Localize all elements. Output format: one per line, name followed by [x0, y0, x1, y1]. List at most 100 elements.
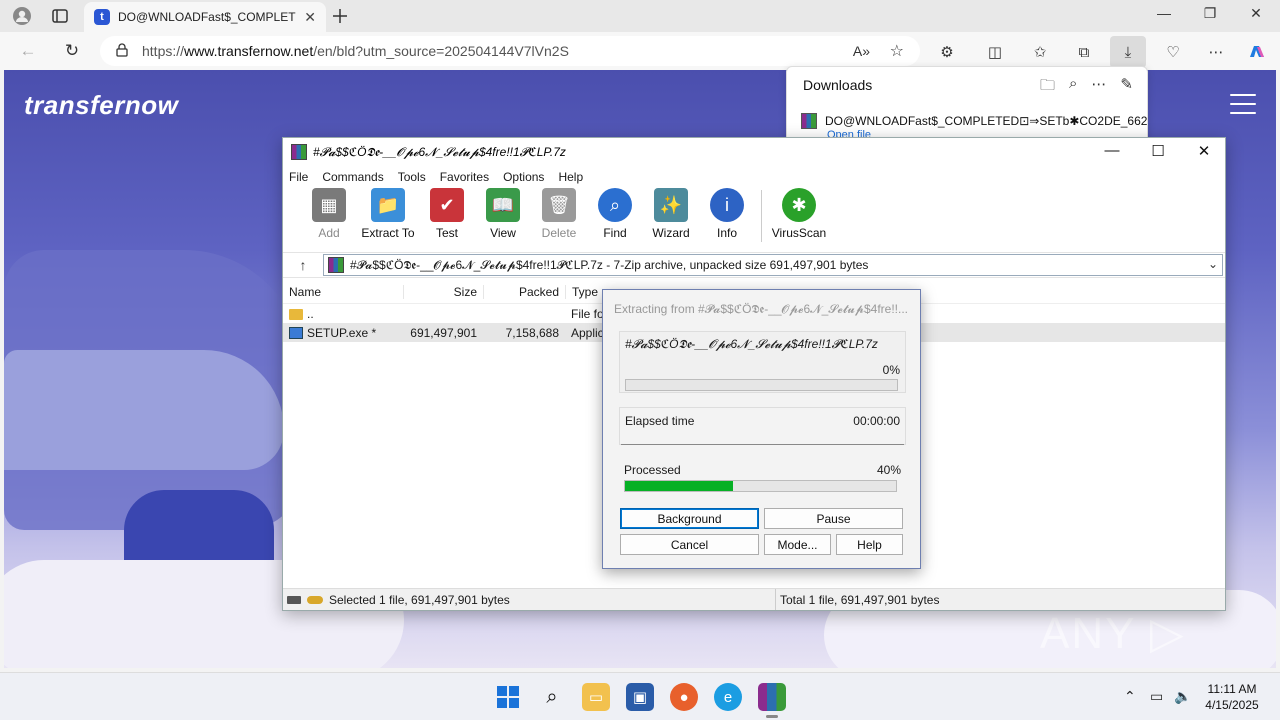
copilot-icon[interactable]: [1246, 41, 1268, 63]
mode-button[interactable]: Mode...: [764, 534, 831, 555]
winrar-close-icon[interactable]: ✕: [1189, 142, 1219, 160]
favorite-star-icon[interactable]: ☆: [890, 41, 904, 61]
winrar-taskbar-icon[interactable]: [758, 683, 786, 711]
file-percent: 0%: [882, 363, 900, 377]
close-window-icon[interactable]: ✕: [1244, 5, 1268, 22]
address-bar[interactable]: https://www.transfernow.net/en/bld?utm_s…: [100, 36, 920, 66]
delete-label: Delete: [541, 226, 577, 240]
help-button[interactable]: Help: [836, 534, 903, 555]
menu-file[interactable]: File: [289, 170, 308, 184]
menu-commands[interactable]: Commands: [322, 170, 383, 184]
winrar-app-icon: [291, 144, 307, 160]
edge-icon[interactable]: e: [714, 683, 742, 711]
elapsed-label: Elapsed time: [625, 414, 695, 428]
column-packed[interactable]: Packed: [483, 284, 565, 299]
url-domain: www.transfernow.net: [184, 43, 314, 59]
winrar-toolbar: ▦ Add 📁 Extract To ✔ Test 📖 View 🗑 Delet…: [283, 188, 1225, 250]
background-button[interactable]: Background: [620, 508, 759, 529]
extract-label: Extract To: [361, 226, 415, 240]
virusscan-bug-icon: ✱: [782, 188, 816, 222]
collections-icon[interactable]: ⧉: [1073, 41, 1095, 63]
delete-button[interactable]: 🗑 Delete: [531, 188, 587, 240]
more-icon[interactable]: ⋯: [1091, 75, 1106, 100]
browser-essentials-icon[interactable]: ♡: [1162, 41, 1184, 63]
background-shape: [4, 350, 284, 470]
processed-percent: 40%: [876, 463, 901, 477]
open-folder-icon[interactable]: 🗀: [1040, 75, 1055, 100]
firefox-icon[interactable]: ●: [670, 683, 698, 711]
winrar-maximize-icon[interactable]: ☐: [1143, 142, 1173, 160]
profile-icon[interactable]: [12, 6, 32, 26]
menu-icon[interactable]: [1230, 94, 1256, 114]
more-options-icon[interactable]: ⋯: [1205, 41, 1227, 63]
download-item[interactable]: DO@WNLOADFast$_COMPLETED⊡⇒SETb✱CO2DE_662…: [801, 113, 1148, 129]
row-size: 691,497,901: [410, 325, 477, 340]
download-item-name: DO@WNLOADFast$_COMPLETED⊡⇒SETb✱CO2DE_662…: [825, 114, 1148, 128]
file-explorer-icon[interactable]: ▭: [582, 683, 610, 711]
restore-window-icon[interactable]: ❐: [1198, 5, 1222, 22]
archive-path-field[interactable]: #𝓟𝓪$$ℭÖ𝕯𝖊-__𝓞𝓹𝓮6𝓝_𝓢𝓮𝓽𝓾𝓹$4fre!!1𝓟ℭLP.7z -…: [323, 254, 1223, 276]
extensions-icon[interactable]: ⚙: [936, 41, 958, 63]
view-label: View: [490, 226, 516, 240]
view-button[interactable]: 📖 View: [475, 188, 531, 240]
refresh-icon[interactable]: ↻: [62, 41, 82, 61]
extraction-dialog: Extracting from #𝓟𝓪$$ℭÖ𝕯𝖊-__𝓞𝓹𝓮6𝓝_𝓢𝓮𝓽𝓾𝓹$…: [602, 289, 921, 569]
info-label: Info: [716, 226, 737, 240]
back-icon[interactable]: ←: [18, 41, 38, 61]
pause-button[interactable]: Pause: [764, 508, 903, 529]
start-icon[interactable]: [494, 683, 522, 711]
column-name[interactable]: Name: [283, 285, 403, 299]
close-tab-icon[interactable]: ✕: [304, 9, 316, 26]
add-button[interactable]: ▦ Add: [301, 188, 357, 240]
extract-to-button[interactable]: 📁 Extract To: [357, 188, 419, 240]
tab-actions-icon[interactable]: [50, 6, 70, 26]
wizard-button[interactable]: ✨ Wizard: [643, 188, 699, 240]
downloads-panel: Downloads 🗀 ⌕ ⋯ ✎ DO@WNLOADFast$_COMPLET…: [786, 66, 1148, 144]
find-magnifier-icon: ⌕: [598, 188, 632, 222]
browser-tab[interactable]: t DO@WNLOADFast$_COMPLETED ✕: [84, 2, 326, 32]
volume-icon[interactable]: 🔈: [1174, 688, 1191, 705]
chevron-up-icon[interactable]: ⌃: [1124, 688, 1136, 705]
lock-icon[interactable]: [116, 42, 128, 60]
browser-tab-bar: t DO@WNLOADFast$_COMPLETED ✕ — ❐ ✕: [0, 0, 1280, 32]
info-icon: i: [710, 188, 744, 222]
transfernow-logo[interactable]: transfernow: [24, 90, 178, 121]
info-button[interactable]: i Info: [699, 188, 755, 240]
column-size[interactable]: Size: [403, 284, 483, 299]
network-icon[interactable]: ▭: [1150, 688, 1163, 705]
clock[interactable]: 11:11 AM 4/15/2025: [1196, 681, 1268, 713]
file-progress-bar: [625, 379, 898, 391]
search-icon[interactable]: ⌕: [1069, 75, 1077, 100]
new-tab-icon[interactable]: [330, 6, 350, 26]
application-icon: [289, 327, 303, 340]
menu-favorites[interactable]: Favorites: [440, 170, 489, 184]
key-icon[interactable]: [307, 595, 323, 604]
test-label: Test: [435, 226, 458, 240]
transfernow-favicon-icon: t: [94, 9, 110, 25]
chevron-down-icon[interactable]: ⌄: [1208, 257, 1218, 271]
virusscan-button[interactable]: ✱ VirusScan: [768, 188, 830, 240]
find-button[interactable]: ⌕ Find: [587, 188, 643, 240]
menu-help[interactable]: Help: [558, 170, 583, 184]
winrar-minimize-icon[interactable]: —: [1097, 142, 1127, 159]
downloads-icon[interactable]: ⤓: [1110, 36, 1146, 68]
browser-toolbar: ← ↻ https://www.transfernow.net/en/bld?u…: [0, 32, 1280, 70]
up-folder-icon[interactable]: ↑: [283, 257, 323, 273]
processed-label: Processed: [624, 463, 681, 477]
search-icon[interactable]: ⌕: [538, 683, 566, 711]
store-icon[interactable]: ▣: [626, 683, 654, 711]
find-label: Find: [603, 226, 627, 240]
read-aloud-icon[interactable]: A»: [853, 43, 870, 59]
url-path: /en/bld?utm_source=202504144V7lVn2S: [313, 43, 569, 59]
test-button[interactable]: ✔ Test: [419, 188, 475, 240]
add-label: Add: [318, 226, 340, 240]
cancel-button[interactable]: Cancel: [620, 534, 759, 555]
drive-icon: [287, 595, 301, 604]
favorites-icon[interactable]: ✩: [1029, 41, 1051, 63]
menu-tools[interactable]: Tools: [398, 170, 426, 184]
split-screen-icon[interactable]: ◫: [984, 41, 1006, 63]
minimize-window-icon[interactable]: —: [1152, 5, 1176, 21]
pin-icon[interactable]: ✎: [1120, 75, 1133, 100]
menu-options[interactable]: Options: [503, 170, 544, 184]
clock-time: 11:11 AM: [1207, 682, 1257, 696]
